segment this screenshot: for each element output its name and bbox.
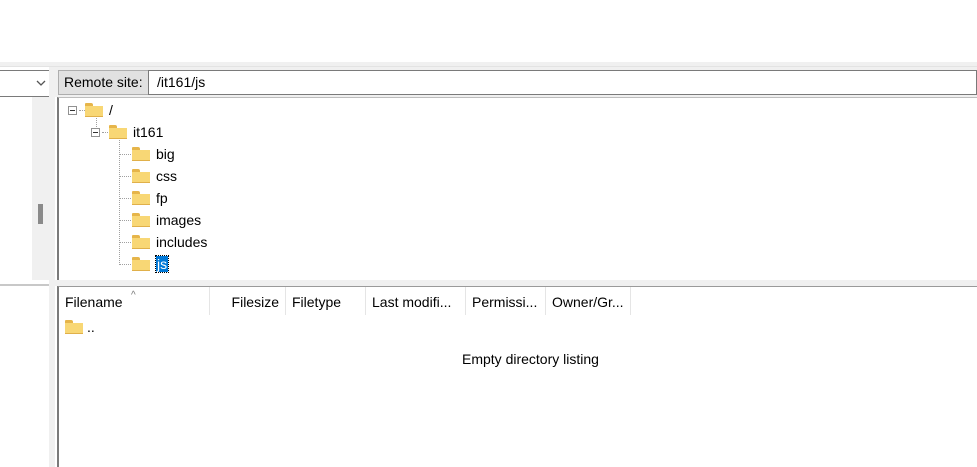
- list-item-parent-directory[interactable]: ..: [65, 319, 95, 335]
- list-header: ^ Filename Filesize Filetype Last modifi…: [59, 287, 977, 315]
- sort-ascending-icon: ^: [131, 290, 136, 301]
- remote-directory-tree[interactable]: / it161 big css fp images includes js: [57, 97, 977, 280]
- local-directory-tree[interactable]: [0, 97, 32, 280]
- folder-icon: [132, 169, 150, 183]
- tree-item-js[interactable]: js: [132, 254, 170, 274]
- tree-item-images[interactable]: images: [132, 210, 201, 230]
- tree-item-label-selected: js: [154, 255, 170, 273]
- tree-connector: [120, 264, 131, 265]
- column-filename[interactable]: ^ Filename: [59, 287, 210, 315]
- tree-connector: [120, 154, 131, 155]
- local-pane-divider: [0, 284, 49, 286]
- collapse-icon[interactable]: [68, 106, 77, 115]
- folder-icon: [132, 191, 150, 205]
- tree-connector: [120, 220, 131, 221]
- folder-icon: [85, 103, 103, 117]
- tree-connector: [102, 132, 108, 133]
- scrollbar-thumb[interactable]: [38, 204, 43, 224]
- remote-path-input[interactable]: /it161/js: [148, 70, 977, 95]
- column-filesize[interactable]: Filesize: [210, 287, 286, 315]
- tree-item-label: /: [109, 102, 113, 118]
- tree-item-it161[interactable]: it161: [109, 122, 163, 142]
- folder-icon: [132, 235, 150, 249]
- tree-connector: [119, 137, 120, 265]
- tree-item-label: includes: [156, 234, 208, 250]
- tree-item-big[interactable]: big: [132, 144, 175, 164]
- column-owner-group[interactable]: Owner/Gr...: [546, 287, 631, 315]
- tree-item-css[interactable]: css: [132, 166, 177, 186]
- tree-item-label: it161: [133, 124, 164, 140]
- local-path-combobox[interactable]: [0, 70, 55, 97]
- folder-icon: [132, 213, 150, 227]
- vertical-splitter[interactable]: [49, 67, 55, 467]
- folder-icon: [132, 147, 150, 161]
- empty-listing-message: Empty directory listing: [462, 351, 599, 367]
- tree-connector: [120, 242, 131, 243]
- tree-item-includes[interactable]: includes: [132, 232, 207, 252]
- toolbar-area: [0, 0, 977, 62]
- tree-connector: [120, 198, 131, 199]
- tree-item-fp[interactable]: fp: [132, 188, 168, 208]
- column-permissions[interactable]: Permissi...: [466, 287, 546, 315]
- folder-icon: [65, 320, 83, 334]
- remote-site-label: Remote site:: [58, 70, 149, 95]
- remote-site-bar: Remote site: /it161/js: [55, 67, 977, 97]
- tree-item-root[interactable]: /: [85, 100, 113, 120]
- chevron-down-icon[interactable]: [34, 76, 48, 90]
- tree-item-label: big: [156, 146, 175, 162]
- column-filetype[interactable]: Filetype: [286, 287, 366, 315]
- folder-icon: [109, 125, 127, 139]
- collapse-icon[interactable]: [91, 128, 100, 137]
- tree-connector: [120, 176, 131, 177]
- folder-icon: [132, 257, 150, 271]
- local-tree-scrollbar[interactable]: [32, 97, 49, 280]
- tree-item-label: fp: [156, 190, 168, 206]
- column-last-modified[interactable]: Last modifi...: [366, 287, 466, 315]
- tree-item-label: css: [156, 168, 177, 184]
- remote-file-list[interactable]: ^ Filename Filesize Filetype Last modifi…: [57, 286, 977, 467]
- tree-item-label: images: [156, 212, 202, 228]
